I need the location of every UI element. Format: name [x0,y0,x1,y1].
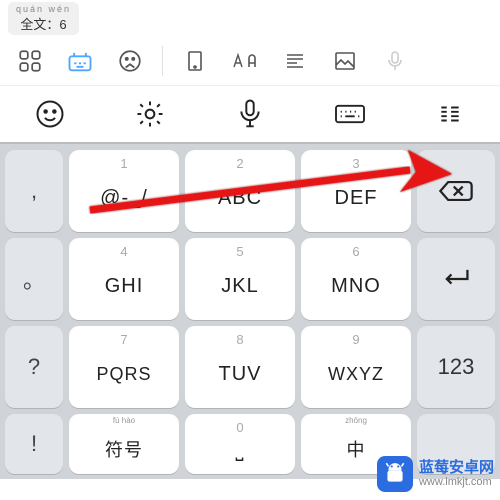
ime-icon[interactable] [58,41,102,81]
candidate-pinyin: quán wén [16,4,71,14]
emoji-icon[interactable] [0,99,100,129]
key-4[interactable]: 4 GHI [69,238,179,320]
key-main: MNO [331,275,381,298]
key-3[interactable]: 3 DEF [301,150,411,232]
mic-icon[interactable] [373,41,417,81]
image-icon[interactable] [323,41,367,81]
key-label: 。 [23,263,45,295]
key-main: WXYZ [328,364,384,385]
key-label: ? [28,354,40,380]
key-pinyin: fú hào [113,416,135,425]
watermark-title: 蓝莓安卓网 [419,460,494,477]
key-num: 6 [352,244,359,259]
key-label: , [31,178,37,204]
settings-icon[interactable] [100,99,200,129]
key-main: 中 [347,436,366,462]
key-pinyin: zhōng [345,416,367,425]
key-main: PQRS [96,364,151,385]
key-num: 2 [236,156,243,171]
keyboard-area: , 1 @-_/ 2 ABC 3 DEF 。 4 GHI 5 JKL 6 MNO ? 7 PQ… [0,144,500,479]
key-main: GHI [105,275,144,298]
keyboard-icon[interactable] [300,100,400,128]
key-123[interactable]: 123 [417,326,495,408]
key-main: @-_/ [100,187,148,210]
keyboard-toolbar [0,86,500,144]
key-main: 符号 [105,436,143,462]
candidate-text: 全文：6 [20,14,66,33]
voice-icon[interactable] [200,98,300,130]
key-label: 123 [438,354,475,380]
key-exclaim[interactable]: ! [5,414,63,474]
key-question[interactable]: ? [5,326,63,408]
key-8[interactable]: 8 TUV [185,326,295,408]
key-5[interactable]: 5 JKL [185,238,295,320]
key-label: ! [31,431,37,457]
key-0[interactable]: 0 ⎵ [185,414,295,474]
key-num: 3 [352,156,359,171]
key-main: ABC [218,187,262,210]
key-num: 1 [120,156,127,171]
key-num: 0 [236,420,243,435]
face-icon[interactable] [108,41,152,81]
grid-icon[interactable] [8,41,52,81]
watermark-url: www.lmkjt.com [419,476,494,488]
key-num: 9 [352,332,359,347]
align-icon[interactable] [273,41,317,81]
watermark: 蓝莓安卓网 www.lmkjt.com [377,456,494,492]
key-main: TUV [219,363,262,386]
key-num: 7 [120,332,127,347]
key-main: ⎵ [236,439,245,462]
key-symbol[interactable]: fú hào 符号 [69,414,179,474]
key-2[interactable]: 2 ABC [185,150,295,232]
key-backspace[interactable] [417,150,495,232]
backspace-icon [437,177,475,205]
enter-icon [440,265,472,293]
toolbar-divider [162,46,163,76]
key-9[interactable]: 9 WXYZ [301,326,411,408]
key-main: DEF [335,187,378,210]
key-num: 5 [236,244,243,259]
tablet-icon[interactable] [173,41,217,81]
format-toolbar [0,36,500,86]
key-1[interactable]: 1 @-_/ [69,150,179,232]
key-enter[interactable] [417,238,495,320]
font-icon[interactable] [223,41,267,81]
key-period[interactable]: 。 [5,238,63,320]
lines-icon[interactable] [400,101,500,127]
key-comma[interactable]: , [5,150,63,232]
watermark-logo [377,456,413,492]
key-main: JKL [221,275,258,298]
key-num: 8 [236,332,243,347]
candidate-suggestion[interactable]: quán wén 全文：6 [8,2,79,35]
candidate-bar: quán wén 全文：6 [0,0,500,36]
key-6[interactable]: 6 MNO [301,238,411,320]
key-7[interactable]: 7 PQRS [69,326,179,408]
key-num: 4 [120,244,127,259]
